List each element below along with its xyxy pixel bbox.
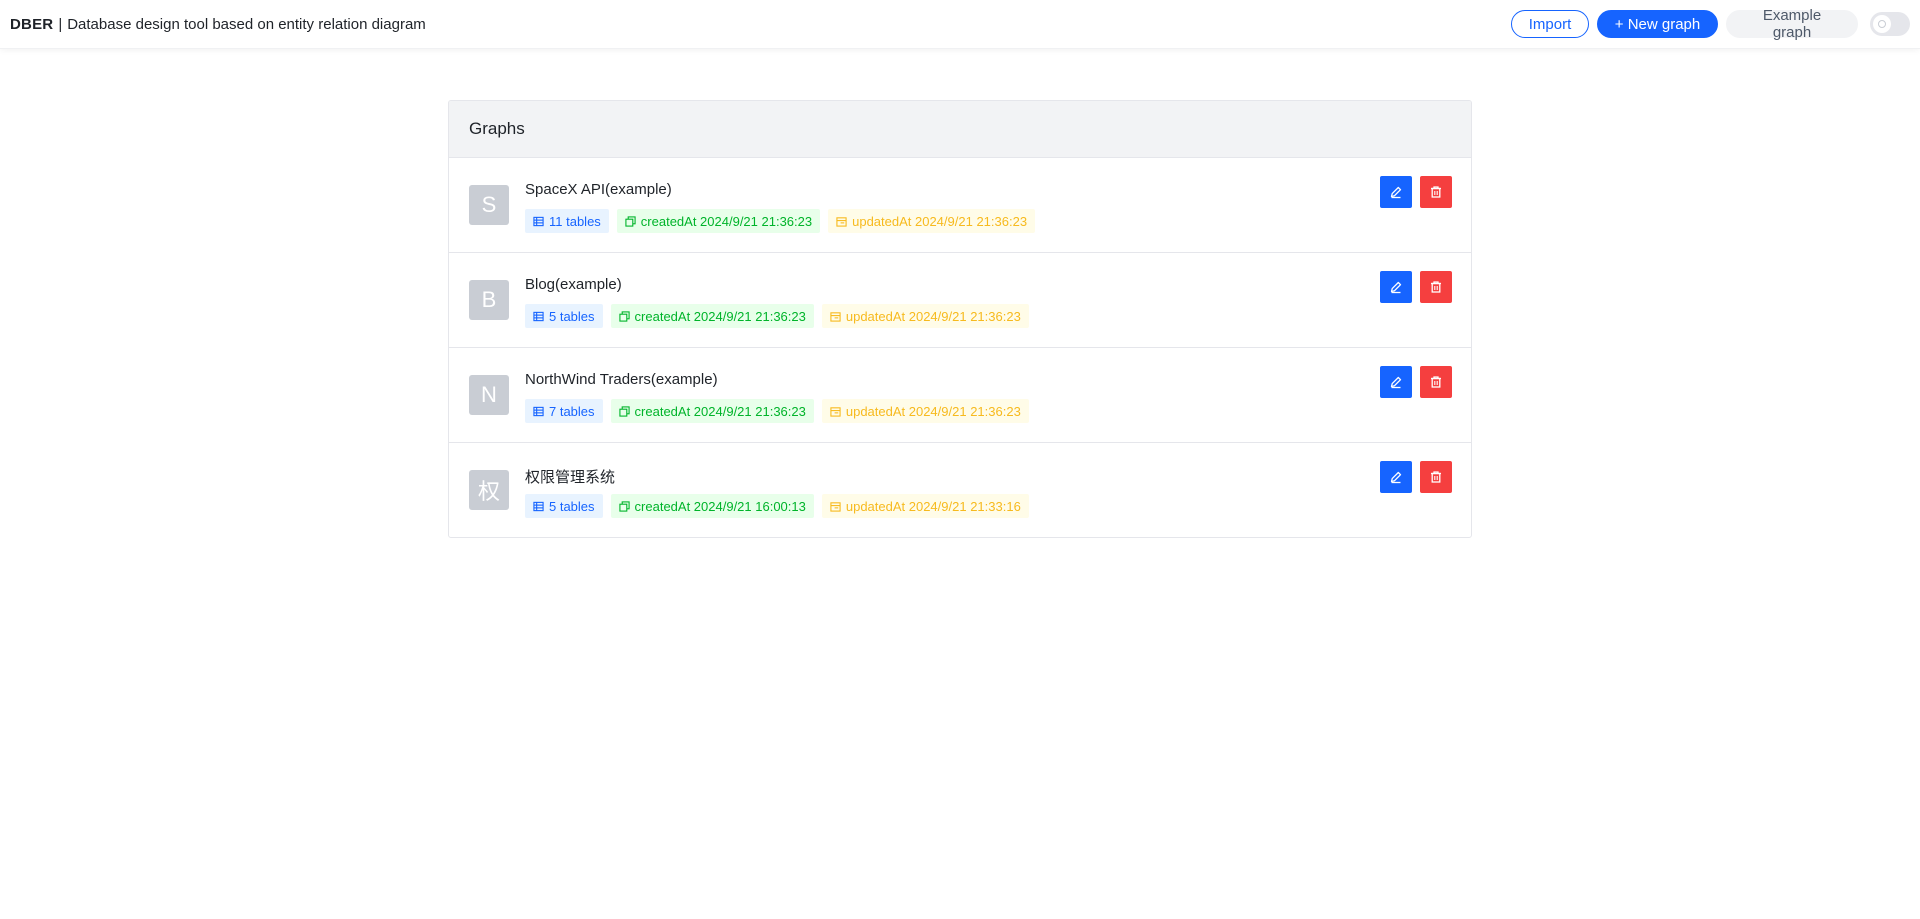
copy-icon bbox=[618, 500, 630, 512]
updated-at: updatedAt 2024/9/21 21:33:16 bbox=[845, 498, 1021, 514]
graphs-card: Graphs S SpaceX API(example) 11 tables c… bbox=[448, 100, 1472, 538]
toggle-knob bbox=[1873, 15, 1891, 33]
row-actions bbox=[1380, 176, 1452, 208]
tables-count-tag: 5 tables bbox=[525, 494, 603, 518]
table-icon bbox=[533, 501, 544, 511]
calendar-icon bbox=[836, 216, 847, 227]
created-at-tag: createdAt 2024/9/21 16:00:13 bbox=[610, 494, 814, 518]
row-actions bbox=[1380, 461, 1452, 493]
row-actions bbox=[1380, 271, 1452, 303]
updated-at-tag: updatedAt 2024/9/21 21:36:23 bbox=[828, 209, 1036, 233]
new-graph-button[interactable]: + New graph bbox=[1597, 10, 1718, 38]
edit-button[interactable] bbox=[1380, 271, 1412, 303]
example-graph-button[interactable]: Example graph bbox=[1726, 7, 1858, 41]
edit-icon bbox=[1390, 281, 1402, 294]
copy-icon bbox=[625, 215, 636, 227]
sun-icon bbox=[1878, 20, 1886, 28]
tables-count: 7 tables bbox=[549, 403, 595, 419]
tables-count: 5 tables bbox=[549, 308, 595, 324]
row-actions bbox=[1380, 366, 1452, 398]
edit-icon bbox=[1390, 186, 1402, 199]
delete-button[interactable] bbox=[1420, 176, 1452, 208]
trash-icon bbox=[1431, 471, 1441, 483]
updated-at-tag: updatedAt 2024/9/21 21:36:23 bbox=[821, 304, 1029, 328]
graph-row[interactable]: N NorthWind Traders(example) 7 tables cr… bbox=[449, 348, 1471, 443]
tables-count: 11 tables bbox=[549, 213, 601, 229]
graphs-card-title: Graphs bbox=[449, 101, 1471, 158]
header-actions: Import + New graph Example graph bbox=[1511, 7, 1910, 41]
theme-toggle[interactable] bbox=[1870, 12, 1910, 36]
delete-button[interactable] bbox=[1420, 461, 1452, 493]
created-at: createdAt 2024/9/21 16:00:13 bbox=[634, 498, 806, 514]
brand-separator: | bbox=[58, 15, 63, 33]
edit-icon bbox=[1390, 376, 1402, 389]
updated-at: updatedAt 2024/9/21 21:36:23 bbox=[852, 213, 1028, 229]
graph-name[interactable]: SpaceX API(example) bbox=[525, 181, 672, 198]
tables-count-tag: 11 tables bbox=[525, 209, 609, 233]
edit-button[interactable] bbox=[1380, 366, 1412, 398]
table-icon bbox=[533, 311, 544, 321]
graph-row[interactable]: 权 权限管理系统 5 tables createdAt 2024/9/21 16… bbox=[449, 443, 1471, 537]
updated-at-tag: updatedAt 2024/9/21 21:33:16 bbox=[821, 494, 1029, 518]
graph-avatar: B bbox=[469, 280, 509, 320]
tables-count-tag: 5 tables bbox=[525, 304, 603, 328]
created-at: createdAt 2024/9/21 21:36:23 bbox=[640, 213, 813, 229]
created-at: createdAt 2024/9/21 21:36:23 bbox=[634, 403, 806, 419]
table-icon bbox=[533, 406, 544, 416]
table-icon bbox=[533, 216, 544, 226]
delete-button[interactable] bbox=[1420, 366, 1452, 398]
tables-count: 5 tables bbox=[549, 498, 595, 514]
brand: DBER | Database design tool based on ent… bbox=[10, 16, 426, 33]
calendar-icon bbox=[830, 311, 841, 322]
copy-icon bbox=[618, 310, 630, 322]
import-button[interactable]: Import bbox=[1511, 10, 1589, 38]
graph-meta: 5 tables createdAt 2024/9/21 16:00:13 up… bbox=[525, 494, 1029, 518]
updated-at-tag: updatedAt 2024/9/21 21:36:23 bbox=[821, 399, 1029, 423]
graph-row[interactable]: B Blog(example) 5 tables createdAt 2024/… bbox=[449, 253, 1471, 348]
graph-meta: 11 tables createdAt 2024/9/21 21:36:23 u… bbox=[525, 209, 1036, 233]
calendar-icon bbox=[830, 501, 841, 512]
edit-button[interactable] bbox=[1380, 461, 1412, 493]
created-at: createdAt 2024/9/21 21:36:23 bbox=[634, 308, 806, 324]
updated-at: updatedAt 2024/9/21 21:36:23 bbox=[845, 403, 1021, 419]
copy-icon bbox=[618, 405, 630, 417]
delete-button[interactable] bbox=[1420, 271, 1452, 303]
graph-name[interactable]: 权限管理系统 bbox=[525, 466, 615, 487]
created-at-tag: createdAt 2024/9/21 21:36:23 bbox=[616, 209, 821, 233]
app-header: DBER | Database design tool based on ent… bbox=[0, 0, 1920, 49]
graph-name[interactable]: Blog(example) bbox=[525, 276, 622, 293]
graph-meta: 5 tables createdAt 2024/9/21 21:36:23 up… bbox=[525, 304, 1029, 328]
trash-icon bbox=[1431, 281, 1441, 293]
edit-button[interactable] bbox=[1380, 176, 1412, 208]
graph-avatar: S bbox=[469, 185, 509, 225]
graph-meta: 7 tables createdAt 2024/9/21 21:36:23 up… bbox=[525, 399, 1029, 423]
app-name: DBER bbox=[10, 15, 54, 33]
edit-icon bbox=[1390, 471, 1402, 484]
graph-avatar: N bbox=[469, 375, 509, 415]
graph-avatar: 权 bbox=[469, 470, 509, 510]
graph-row[interactable]: S SpaceX API(example) 11 tables createdA… bbox=[449, 158, 1471, 253]
calendar-icon bbox=[830, 406, 841, 417]
created-at-tag: createdAt 2024/9/21 21:36:23 bbox=[610, 399, 814, 423]
tables-count-tag: 7 tables bbox=[525, 399, 603, 423]
graph-name[interactable]: NorthWind Traders(example) bbox=[525, 371, 718, 388]
created-at-tag: createdAt 2024/9/21 21:36:23 bbox=[610, 304, 814, 328]
updated-at: updatedAt 2024/9/21 21:36:23 bbox=[845, 308, 1021, 324]
trash-icon bbox=[1431, 186, 1441, 198]
app-tagline: Database design tool based on entity rel… bbox=[67, 15, 426, 33]
trash-icon bbox=[1431, 376, 1441, 388]
